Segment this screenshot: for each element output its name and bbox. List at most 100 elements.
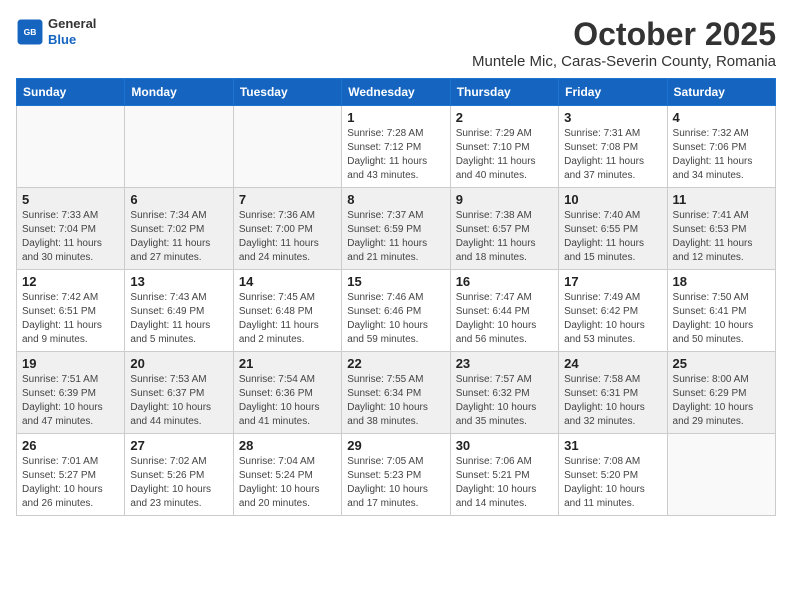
day-info: Sunrise: 7:57 AM Sunset: 6:32 PM Dayligh…: [456, 373, 553, 429]
day-info: Sunrise: 7:50 AM Sunset: 6:41 PM Dayligh…: [673, 291, 770, 347]
calendar-week-row: 26Sunrise: 7:01 AM Sunset: 5:27 PM Dayli…: [17, 434, 776, 516]
calendar-day-cell: 30Sunrise: 7:06 AM Sunset: 5:21 PM Dayli…: [450, 434, 558, 516]
day-number: 27: [130, 438, 227, 453]
day-number: 7: [239, 192, 336, 207]
day-number: 23: [456, 356, 553, 371]
day-info: Sunrise: 7:08 AM Sunset: 5:20 PM Dayligh…: [564, 455, 661, 511]
day-number: 5: [22, 192, 119, 207]
calendar-day-cell: 25 Sunrise: 8:00 AM Sunset: 6:29 PM Dayli…: [667, 352, 775, 434]
calendar-day-cell: 4 Sunrise: 7:32 AM Sunset: 7:06 PM Daylig…: [667, 106, 775, 188]
day-number: 12: [22, 274, 119, 289]
day-info: Sunrise: 7:31 AM Sunset: 7:08 PM Dayligh…: [564, 127, 661, 183]
weekday-header: Tuesday: [233, 79, 341, 106]
calendar-week-row: 1Sunrise: 7:28 AM Sunset: 7:12 PM Daylig…: [17, 106, 776, 188]
calendar-empty-cell: [17, 106, 125, 188]
day-info: Sunrise: 7:38 AM Sunset: 6:57 PM Dayligh…: [456, 209, 553, 265]
day-info: Sunrise: 7:54 AM Sunset: 6:36 PM Dayligh…: [239, 373, 336, 429]
day-info: Sunrise: 7:58 AM Sunset: 6:31 PM Dayligh…: [564, 373, 661, 429]
calendar-day-cell: 28 Sunrise: 7:04 AM Sunset: 5:24 PM Dayli…: [233, 434, 341, 516]
month-title: October 2025: [472, 16, 776, 53]
weekday-header: Friday: [559, 79, 667, 106]
day-info: Sunrise: 7:32 AM Sunset: 7:06 PM Dayligh…: [673, 127, 770, 183]
logo-general: General: [48, 16, 96, 32]
day-info: Sunrise: 7:05 AM Sunset: 5:23 PM Dayligh…: [347, 455, 444, 511]
weekday-header: Saturday: [667, 79, 775, 106]
calendar-day-cell: 10 Sunrise: 7:40 AM Sunset: 6:55 PM Dayli…: [559, 188, 667, 270]
calendar-day-cell: 8Sunrise: 7:37 AM Sunset: 6:59 PM Daylig…: [342, 188, 450, 270]
day-info: Sunrise: 7:46 AM Sunset: 6:46 PM Dayligh…: [347, 291, 444, 347]
calendar-header-row: SundayMondayTuesdayWednesdayThursdayFrid…: [17, 79, 776, 106]
day-number: 31: [564, 438, 661, 453]
day-info: Sunrise: 7:04 AM Sunset: 5:24 PM Dayligh…: [239, 455, 336, 511]
calendar-day-cell: 2Sunrise: 7:29 AM Sunset: 7:10 PM Daylig…: [450, 106, 558, 188]
day-number: 8: [347, 192, 444, 207]
day-number: 28: [239, 438, 336, 453]
day-number: 3: [564, 110, 661, 125]
day-number: 25: [673, 356, 770, 371]
day-number: 4: [673, 110, 770, 125]
day-info: Sunrise: 7:47 AM Sunset: 6:44 PM Dayligh…: [456, 291, 553, 347]
page-header: GB General Blue October 2025 Muntele Mic…: [16, 16, 776, 70]
calendar-day-cell: 26Sunrise: 7:01 AM Sunset: 5:27 PM Dayli…: [17, 434, 125, 516]
day-info: Sunrise: 7:29 AM Sunset: 7:10 PM Dayligh…: [456, 127, 553, 183]
calendar-empty-cell: [125, 106, 233, 188]
calendar-day-cell: 27 Sunrise: 7:02 AM Sunset: 5:26 PM Dayli…: [125, 434, 233, 516]
day-info: Sunrise: 7:36 AM Sunset: 7:00 PM Dayligh…: [239, 209, 336, 265]
calendar-day-cell: 7 Sunrise: 7:36 AM Sunset: 7:00 PM Daylig…: [233, 188, 341, 270]
day-number: 22: [347, 356, 444, 371]
calendar-empty-cell: [233, 106, 341, 188]
day-info: Sunrise: 7:43 AM Sunset: 6:49 PM Dayligh…: [130, 291, 227, 347]
location: Muntele Mic, Caras-Severin County, Roman…: [472, 53, 776, 70]
calendar-day-cell: 15 Sunrise: 7:46 AM Sunset: 6:46 PM Dayli…: [342, 270, 450, 352]
day-number: 24: [564, 356, 661, 371]
calendar-week-row: 12 Sunrise: 7:42 AM Sunset: 6:51 PM Dayli…: [17, 270, 776, 352]
calendar-day-cell: 9 Sunrise: 7:38 AM Sunset: 6:57 PM Daylig…: [450, 188, 558, 270]
calendar-day-cell: 20Sunrise: 7:53 AM Sunset: 6:37 PM Dayli…: [125, 352, 233, 434]
day-number: 1: [347, 110, 444, 125]
svg-text:GB: GB: [24, 27, 37, 37]
day-info: Sunrise: 7:40 AM Sunset: 6:55 PM Dayligh…: [564, 209, 661, 265]
calendar-day-cell: 22 Sunrise: 7:55 AM Sunset: 6:34 PM Dayli…: [342, 352, 450, 434]
day-number: 17: [564, 274, 661, 289]
day-number: 9: [456, 192, 553, 207]
calendar-day-cell: 19Sunrise: 7:51 AM Sunset: 6:39 PM Dayli…: [17, 352, 125, 434]
day-number: 15: [347, 274, 444, 289]
logo: GB General Blue: [16, 16, 96, 47]
weekday-header: Sunday: [17, 79, 125, 106]
calendar-day-cell: 21Sunrise: 7:54 AM Sunset: 6:36 PM Dayli…: [233, 352, 341, 434]
logo-text: General Blue: [48, 16, 96, 47]
day-number: 29: [347, 438, 444, 453]
logo-icon: GB: [16, 18, 44, 46]
calendar-day-cell: 24 Sunrise: 7:58 AM Sunset: 6:31 PM Dayli…: [559, 352, 667, 434]
day-info: Sunrise: 8:00 AM Sunset: 6:29 PM Dayligh…: [673, 373, 770, 429]
calendar-week-row: 19Sunrise: 7:51 AM Sunset: 6:39 PM Dayli…: [17, 352, 776, 434]
day-number: 11: [673, 192, 770, 207]
day-info: Sunrise: 7:33 AM Sunset: 7:04 PM Dayligh…: [22, 209, 119, 265]
day-number: 30: [456, 438, 553, 453]
title-section: October 2025 Muntele Mic, Caras-Severin …: [472, 16, 776, 70]
day-info: Sunrise: 7:55 AM Sunset: 6:34 PM Dayligh…: [347, 373, 444, 429]
calendar-day-cell: 13 Sunrise: 7:43 AM Sunset: 6:49 PM Dayli…: [125, 270, 233, 352]
day-number: 10: [564, 192, 661, 207]
calendar-day-cell: 12 Sunrise: 7:42 AM Sunset: 6:51 PM Dayli…: [17, 270, 125, 352]
day-number: 13: [130, 274, 227, 289]
calendar-day-cell: 31 Sunrise: 7:08 AM Sunset: 5:20 PM Dayli…: [559, 434, 667, 516]
weekday-header: Thursday: [450, 79, 558, 106]
day-number: 19: [22, 356, 119, 371]
calendar-day-cell: 5 Sunrise: 7:33 AM Sunset: 7:04 PM Daylig…: [17, 188, 125, 270]
calendar-week-row: 5 Sunrise: 7:33 AM Sunset: 7:04 PM Daylig…: [17, 188, 776, 270]
day-info: Sunrise: 7:02 AM Sunset: 5:26 PM Dayligh…: [130, 455, 227, 511]
day-number: 14: [239, 274, 336, 289]
day-number: 20: [130, 356, 227, 371]
calendar-day-cell: 29 Sunrise: 7:05 AM Sunset: 5:23 PM Dayli…: [342, 434, 450, 516]
weekday-header: Monday: [125, 79, 233, 106]
calendar-day-cell: 18 Sunrise: 7:50 AM Sunset: 6:41 PM Dayli…: [667, 270, 775, 352]
day-info: Sunrise: 7:49 AM Sunset: 6:42 PM Dayligh…: [564, 291, 661, 347]
calendar-day-cell: 11 Sunrise: 7:41 AM Sunset: 6:53 PM Dayli…: [667, 188, 775, 270]
day-number: 6: [130, 192, 227, 207]
day-number: 18: [673, 274, 770, 289]
day-info: Sunrise: 7:41 AM Sunset: 6:53 PM Dayligh…: [673, 209, 770, 265]
calendar-day-cell: 16Sunrise: 7:47 AM Sunset: 6:44 PM Dayli…: [450, 270, 558, 352]
day-info: Sunrise: 7:42 AM Sunset: 6:51 PM Dayligh…: [22, 291, 119, 347]
logo-blue: Blue: [48, 32, 96, 48]
